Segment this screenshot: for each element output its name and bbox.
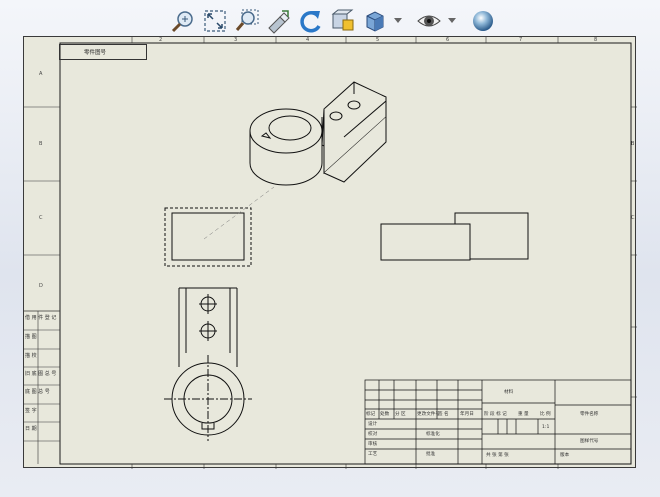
display-style-dropdown[interactable] <box>392 6 404 36</box>
display-style-icon <box>366 11 384 32</box>
rotate-view-button[interactable] <box>296 6 326 36</box>
zone-label: 2 <box>159 37 163 43</box>
hide-show-dropdown[interactable] <box>446 6 458 36</box>
zone-label: 3 <box>234 37 238 43</box>
stage-header: 重 量 <box>518 412 529 417</box>
section-view-icon <box>331 9 354 31</box>
chevron-down-icon <box>448 18 456 23</box>
part-name: 零件名称 <box>580 412 599 417</box>
zone-label: B <box>39 141 43 147</box>
role-label: 校对 <box>368 432 378 437</box>
section-view-button[interactable] <box>328 6 358 36</box>
zoom-to-area-icon <box>204 10 226 32</box>
role-label: 工艺 <box>368 452 378 457</box>
front-view <box>171 212 245 261</box>
view-toolbar <box>168 4 498 38</box>
left-label: 签 字 <box>25 408 37 414</box>
stage-header: 比 例 <box>540 412 551 417</box>
left-label: 借 用 件 登 记 <box>25 315 57 321</box>
zone-label: C <box>631 215 635 221</box>
left-label: 底 图 总 号 <box>25 389 50 395</box>
previous-view-icon <box>268 10 290 34</box>
drawing-sheet[interactable]: 零件图号 2 3 4 5 6 7 8 A B C D B C 借 用 件 登 记… <box>23 36 637 469</box>
zone-label: 5 <box>376 37 380 43</box>
version-label: 版本 <box>560 453 570 458</box>
chevron-down-icon <box>394 18 402 23</box>
display-style-button[interactable] <box>360 6 390 36</box>
left-label: 日 期 <box>25 426 37 432</box>
col-header: 年月日 <box>460 412 474 417</box>
left-label: 描 图 <box>25 334 37 340</box>
previous-view-button[interactable] <box>264 6 294 36</box>
col-header: 签 名 <box>438 412 449 417</box>
drawing-code: 图样代号 <box>580 439 599 444</box>
drawing-canvas <box>24 37 637 469</box>
role-label: 审核 <box>368 442 378 447</box>
zoom-in-out-button[interactable] <box>232 6 262 36</box>
zone-label: A <box>39 71 43 77</box>
role-label: 批准 <box>426 452 436 457</box>
isometric-view <box>249 81 387 186</box>
scale-value: 1:1 <box>542 425 550 430</box>
drawing-number-box: 零件图号 <box>59 44 147 60</box>
left-label: 描 校 <box>25 353 37 359</box>
zoom-in-out-icon <box>235 9 259 31</box>
hide-show-items-button[interactable] <box>414 6 444 36</box>
role-label: 设计 <box>368 422 378 427</box>
zone-label: 4 <box>306 37 310 43</box>
material-label: 材料 <box>504 390 514 395</box>
zone-label: C <box>39 215 43 221</box>
col-header: 处数 <box>380 412 390 417</box>
zone-label: 8 <box>594 37 598 43</box>
sheet-count: 共 张 第 张 <box>486 453 509 458</box>
left-label: 旧 底 图 总 号 <box>25 371 57 377</box>
zone-label: 6 <box>446 37 450 43</box>
zoom-to-fit-button[interactable] <box>168 6 198 36</box>
col-header: 更改文件号 <box>417 412 440 417</box>
edit-appearance-button[interactable] <box>468 6 498 36</box>
col-header: 标记 <box>366 412 376 417</box>
selection-box <box>164 207 252 267</box>
top-view <box>164 287 252 441</box>
zone-label: D <box>39 283 43 289</box>
col-header: 分 区 <box>395 412 406 417</box>
zone-label: 7 <box>519 37 523 43</box>
right-view <box>380 212 529 261</box>
appearance-sphere-icon <box>473 11 493 31</box>
zone-label: B <box>631 141 635 147</box>
zoom-to-fit-icon <box>171 11 193 33</box>
role-label: 标准化 <box>426 432 440 437</box>
rotate-view-icon <box>300 11 321 33</box>
stage-header: 阶 段 标 记 <box>484 412 507 417</box>
zoom-to-area-button[interactable] <box>200 6 230 36</box>
hide-show-items-icon <box>417 15 441 27</box>
